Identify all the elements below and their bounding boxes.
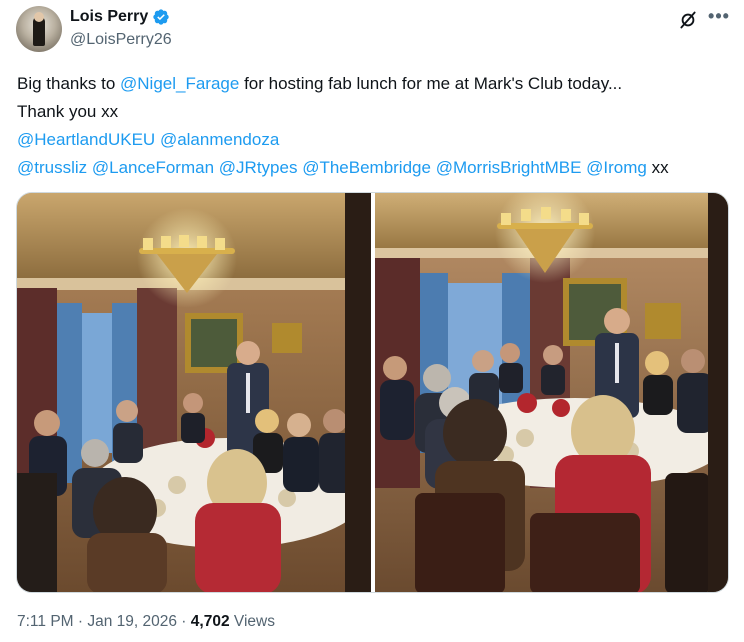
author-avatar[interactable] [16, 6, 62, 52]
meta-separator: · [73, 613, 88, 630]
media-photo-2[interactable] [375, 193, 728, 592]
mention-link[interactable]: @TheBembridge [302, 158, 431, 177]
mention-link[interactable]: @MorrisBrightMBE [436, 158, 582, 177]
mention-link[interactable]: @alanmendoza [160, 130, 279, 149]
tweet-line-1: Big thanks to @Nigel_Farage for hosting … [17, 70, 732, 98]
tweet-media-grid [16, 192, 729, 593]
mention-link[interactable]: @Iromg [586, 158, 647, 177]
mention-link[interactable]: @trussliz [17, 158, 87, 177]
verified-badge-icon [153, 9, 169, 25]
tweet-text-suffix: for hosting fab lunch for me at Mark's C… [239, 74, 623, 93]
tweet-line-2: Thank you xx [17, 101, 119, 121]
mention-link[interactable]: @HeartlandUKEU [17, 130, 155, 149]
mention-link[interactable]: @JRtypes [219, 158, 298, 177]
tweet-metadata: 7:11 PM · Jan 19, 2026 · 4,702 Views [17, 613, 275, 631]
meta-separator: · [177, 613, 191, 630]
tweet-date[interactable]: Jan 19, 2026 [87, 613, 177, 630]
views-count: 4,702 [190, 613, 230, 630]
mentions-suffix: xx [646, 157, 669, 177]
views-label: Views [229, 613, 275, 630]
mention-link[interactable]: @Nigel_Farage [120, 74, 239, 93]
media-photo-1[interactable] [17, 193, 371, 592]
tweet-text: Big thanks to @Nigel_Farage for hosting … [17, 70, 732, 181]
mentions-row-2: @trussliz @LanceForman @JRtypes @TheBemb… [17, 154, 732, 182]
author-name-row: Lois Perry [70, 8, 170, 26]
author-handle[interactable]: @LoisPerry26 [70, 31, 172, 49]
mentions-row-1: @HeartlandUKEU @alanmendoza [17, 126, 732, 154]
tweet-text-prefix: Big thanks to [17, 74, 121, 93]
grok-icon[interactable] [678, 10, 698, 30]
avatar-head [34, 12, 44, 22]
author-display-name[interactable]: Lois Perry [70, 8, 148, 26]
more-icon[interactable]: ••• [706, 7, 732, 31]
mention-link[interactable]: @LanceForman [92, 158, 214, 177]
tweet-time[interactable]: 7:11 PM [17, 613, 74, 630]
